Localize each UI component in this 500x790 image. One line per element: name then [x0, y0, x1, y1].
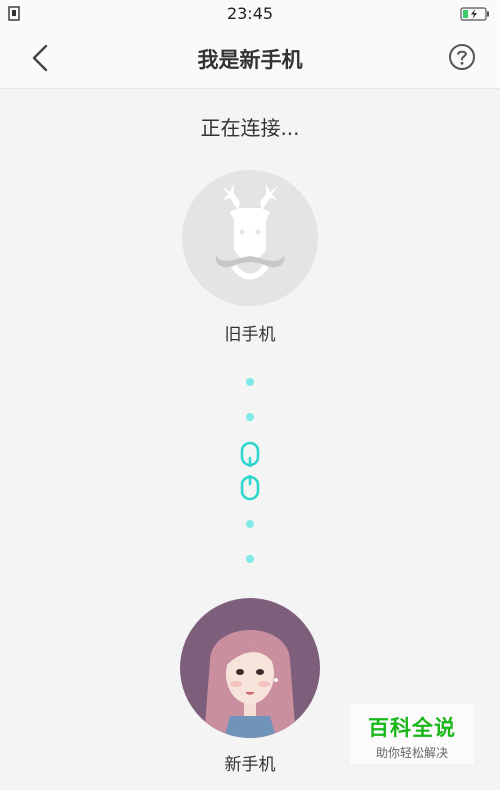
- connecting-status-text: 正在连接...: [200, 116, 300, 140]
- navigation-bar: 我是新手机: [0, 28, 500, 89]
- connection-dot: [246, 413, 254, 421]
- connection-dot: [246, 378, 254, 386]
- connection-dot: [246, 520, 254, 528]
- watermark-title: 百科全说: [368, 716, 456, 740]
- status-time: 23:45: [226, 4, 274, 23]
- status-bar: 23:45: [0, 0, 500, 28]
- watermark-subtitle: 助你轻松解决: [375, 746, 448, 760]
- help-button[interactable]: [448, 43, 476, 71]
- new-phone-avatar: [180, 598, 320, 738]
- old-phone-label: 旧手机: [224, 325, 276, 345]
- link-icon: [240, 441, 260, 501]
- old-phone-avatar: [182, 170, 318, 306]
- watermark-logo: 百科全说 助你轻松解决: [350, 704, 474, 764]
- page-title: 我是新手机: [197, 48, 303, 72]
- connection-dot: [246, 555, 254, 563]
- battery-charging-icon: [460, 7, 489, 21]
